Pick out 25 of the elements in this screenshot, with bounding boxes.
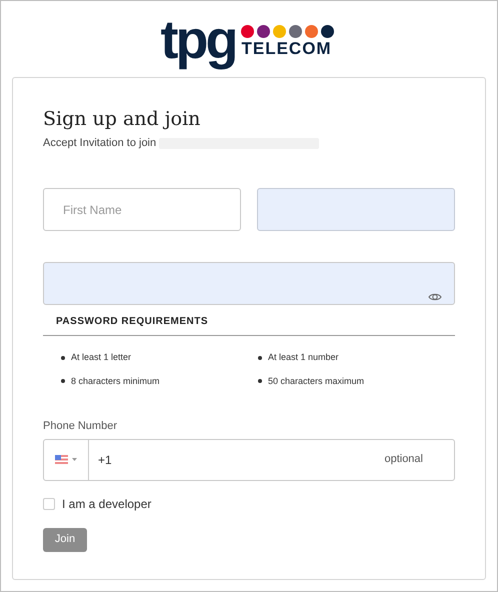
requirement-item: 50 characters maximum	[268, 374, 364, 388]
caret-icon	[72, 458, 77, 461]
password-field[interactable]	[43, 262, 455, 305]
optional-hint: optional	[384, 452, 423, 468]
bullet-icon	[61, 356, 65, 360]
checkbox-label[interactable]: I am a developer	[62, 495, 152, 513]
name-field[interactable]: First Name	[43, 188, 241, 231]
name-field[interactable]	[257, 188, 455, 231]
bullet-icon	[258, 379, 262, 384]
phone-label: Phone Number	[43, 419, 118, 434]
phone-field[interactable]: +1 optional	[43, 438, 455, 480]
logo-subtitle: TELECOM	[241, 40, 332, 58]
show-password-icon[interactable]	[428, 292, 442, 302]
phone-value: +1	[98, 452, 112, 468]
requirement-item: At least 1 letter	[71, 351, 132, 364]
bullet-icon	[61, 379, 65, 384]
form-title: Sign up and join	[43, 107, 202, 132]
bullet-icon	[258, 356, 262, 360]
requirement-item: At least 1 number	[268, 351, 339, 364]
requirements-heading: PASSWORD REQUIREMENTS	[43, 314, 455, 336]
subtitle: Accept Invitation to join	[43, 136, 156, 151]
flag-icon	[55, 455, 68, 464]
checkbox[interactable]	[43, 498, 55, 510]
logo-wordmark: tpg	[160, 13, 236, 67]
requirement-item: 8 characters minimum	[71, 374, 160, 388]
